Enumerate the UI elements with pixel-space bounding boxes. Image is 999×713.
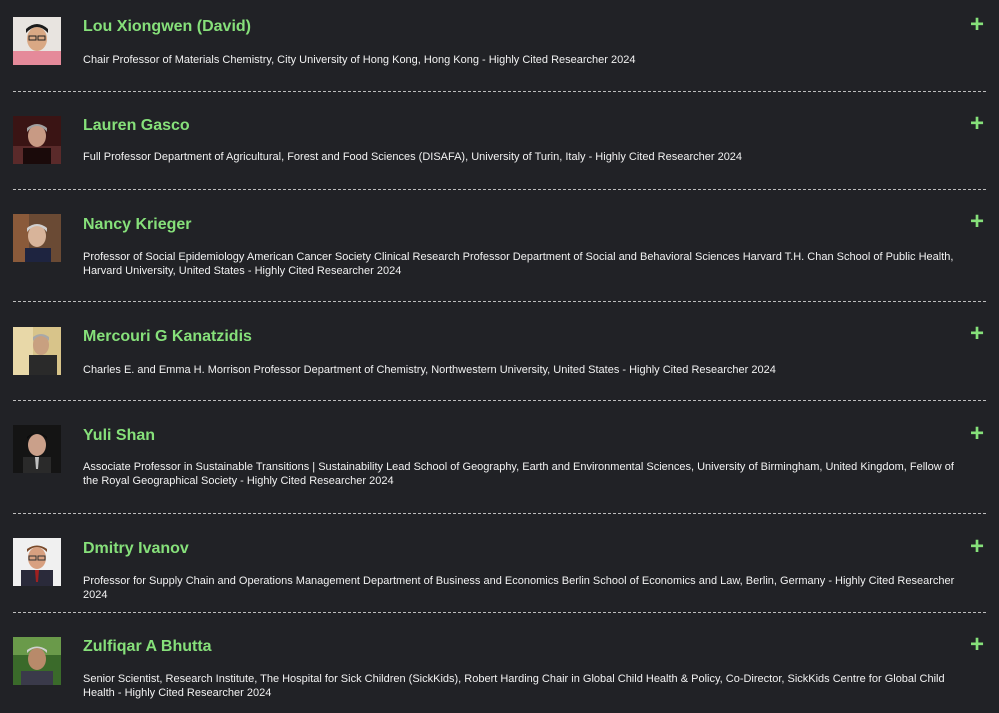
avatar (13, 538, 61, 586)
avatar (13, 17, 61, 65)
plus-icon[interactable]: + (967, 322, 987, 346)
plus-icon[interactable]: + (967, 422, 987, 446)
researcher-description: Associate Professor in Sustainable Trans… (83, 461, 954, 487)
researcher-name[interactable]: Mercouri G Kanatzidis (83, 328, 252, 346)
researcher-name[interactable]: Lou Xiongwen (David) (83, 18, 251, 36)
researcher-item[interactable]: Zulfiqar A Bhutta Senior Scientist, Rese… (0, 612, 999, 713)
researcher-name[interactable]: Dmitry Ivanov (83, 540, 189, 558)
avatar (13, 425, 61, 473)
researcher-item[interactable]: Lou Xiongwen (David) Chair Professor of … (0, 0, 999, 92)
researcher-list: Lou Xiongwen (David) Chair Professor of … (0, 0, 999, 713)
researcher-description: Professor for Supply Chain and Operation… (83, 575, 955, 601)
researcher-item[interactable]: Nancy Krieger Professor of Social Epidem… (0, 190, 999, 302)
researcher-name[interactable]: Nancy Krieger (83, 216, 192, 234)
researcher-name[interactable]: Yuli Shan (83, 427, 155, 445)
researcher-item[interactable]: Yuli Shan Associate Professor in Sustain… (0, 401, 999, 514)
avatar (13, 327, 61, 375)
plus-icon[interactable]: + (967, 535, 987, 559)
avatar (13, 214, 61, 262)
researcher-description: Senior Scientist, Research Institute, Th… (83, 673, 945, 699)
researcher-item[interactable]: Lauren Gasco Full Professor Department o… (0, 92, 999, 190)
researcher-name[interactable]: Lauren Gasco (83, 117, 190, 135)
researcher-description: Professor of Social Epidemiology America… (83, 251, 954, 277)
researcher-item[interactable]: Mercouri G Kanatzidis Charles E. and Emm… (0, 302, 999, 401)
plus-icon[interactable]: + (967, 210, 987, 234)
plus-icon[interactable]: + (967, 633, 987, 657)
avatar (13, 637, 61, 685)
avatar (13, 116, 61, 164)
researcher-description: Chair Professor of Materials Chemistry, … (83, 54, 636, 66)
researcher-description: Charles E. and Emma H. Morrison Professo… (83, 364, 776, 376)
plus-icon[interactable]: + (967, 112, 987, 136)
plus-icon[interactable]: + (967, 13, 987, 37)
researcher-item[interactable]: Dmitry Ivanov Professor for Supply Chain… (0, 514, 999, 613)
researcher-description: Full Professor Department of Agricultura… (83, 151, 743, 163)
researcher-name[interactable]: Zulfiqar A Bhutta (83, 638, 212, 656)
